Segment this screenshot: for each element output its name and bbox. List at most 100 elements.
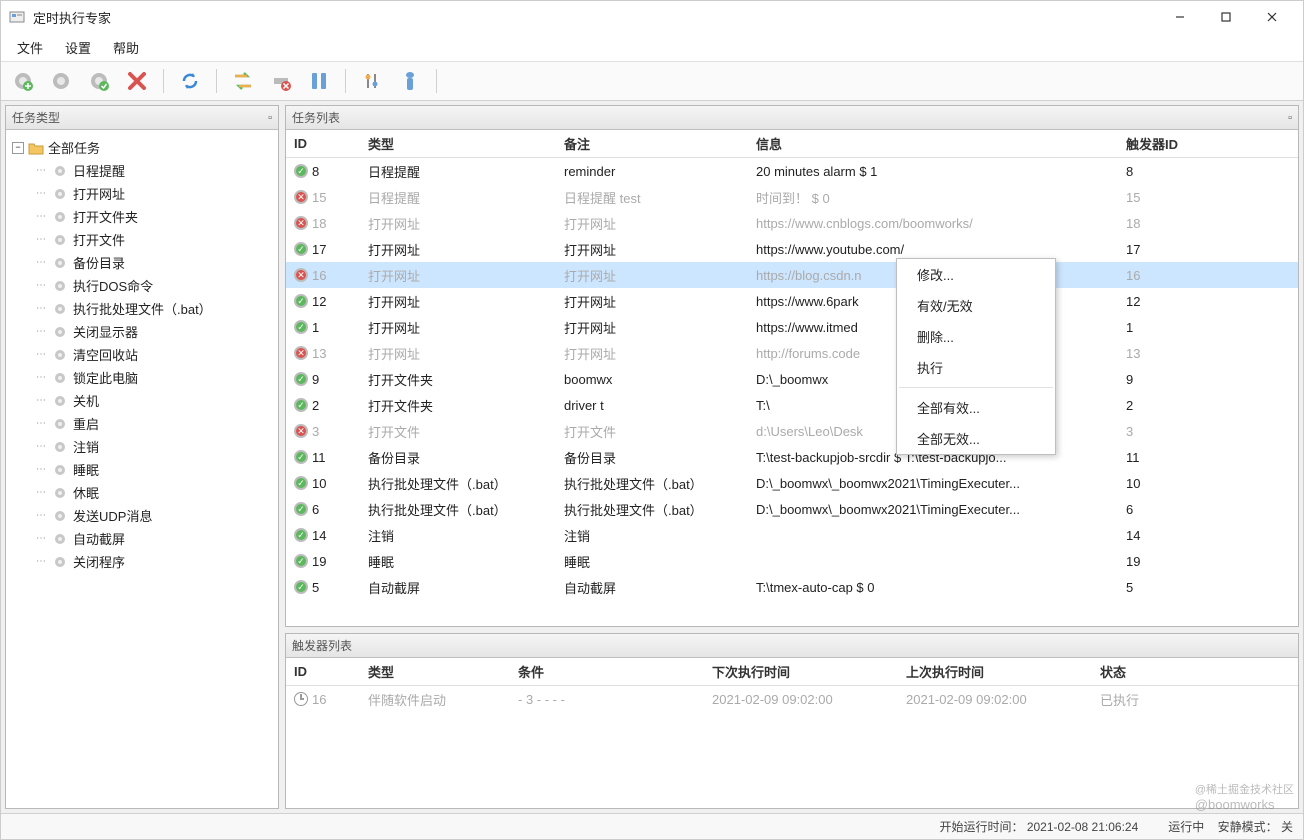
cell-type: 打开文件: [360, 418, 556, 445]
tcol-next[interactable]: 下次执行时间: [704, 658, 898, 685]
pin-icon[interactable]: ▫: [268, 112, 272, 124]
tree-item[interactable]: ⋯ 注销: [34, 435, 274, 458]
tcol-state[interactable]: 状态: [1092, 658, 1298, 685]
table-row[interactable]: ✓1 打开网址 打开网址 https://www.itmed 1: [286, 314, 1298, 340]
context-menu-all-enable[interactable]: 全部有效...: [897, 392, 1055, 423]
gear-icon: [53, 486, 67, 500]
collapse-icon[interactable]: −: [12, 142, 24, 154]
table-row[interactable]: 16 伴随软件启动 - 3 - - - - 2021-02-09 09:02:0…: [286, 686, 1298, 712]
menu-help[interactable]: 帮助: [103, 34, 149, 61]
toolbar-refresh-button[interactable]: [174, 65, 206, 97]
gear-icon: [53, 440, 67, 454]
trigger-list[interactable]: ID 类型 条件 下次执行时间 上次执行时间 状态 16 伴随软件启动 - 3 …: [286, 658, 1298, 808]
tree-item[interactable]: ⋯ 打开文件夹: [34, 205, 274, 228]
tree-item[interactable]: ⋯ 日程提醒: [34, 159, 274, 182]
toolbar-add-button[interactable]: [7, 65, 39, 97]
tree-item[interactable]: ⋯ 备份目录: [34, 251, 274, 274]
tree-root-label: 全部任务: [48, 138, 100, 157]
tree-item[interactable]: ⋯ 执行批处理文件（.bat）: [34, 297, 274, 320]
col-type[interactable]: 类型: [360, 130, 556, 157]
tcol-type[interactable]: 类型: [360, 658, 510, 685]
tree-item[interactable]: ⋯ 执行DOS命令: [34, 274, 274, 297]
context-menu-modify[interactable]: 修改...: [897, 259, 1055, 290]
cell-trigger-id: 11: [1118, 446, 1298, 469]
table-row[interactable]: ✓12 打开网址 打开网址 https://www.6park 12: [286, 288, 1298, 314]
col-id[interactable]: ID: [286, 132, 360, 155]
toolbar-run-button[interactable]: [227, 65, 259, 97]
folder-icon: [28, 141, 44, 155]
cell-type: 注销: [360, 522, 556, 549]
tree-branch-icon: ⋯: [36, 257, 47, 268]
toolbar-tools-button[interactable]: [356, 65, 388, 97]
tree-branch-icon: ⋯: [36, 188, 47, 199]
tcol-last[interactable]: 上次执行时间: [898, 658, 1092, 685]
menu-file[interactable]: 文件: [7, 34, 53, 61]
minimize-button[interactable]: [1157, 1, 1203, 33]
clock-icon: [294, 692, 308, 706]
context-menu-all-disable[interactable]: 全部无效...: [897, 423, 1055, 454]
context-menu-execute[interactable]: 执行: [897, 352, 1055, 383]
gear-icon: [53, 164, 67, 178]
table-row[interactable]: ✕13 打开网址 打开网址 http://forums.code 13: [286, 340, 1298, 366]
table-row[interactable]: ✓5 自动截屏 自动截屏 T:\tmex-auto-cap $ 0 5: [286, 574, 1298, 600]
cell-info: [748, 531, 1118, 539]
tree-item[interactable]: ⋯ 关闭显示器: [34, 320, 274, 343]
gear-icon: [53, 210, 67, 224]
cell-trigger-id: 18: [1118, 212, 1298, 235]
tree-item[interactable]: ⋯ 锁定此电脑: [34, 366, 274, 389]
tree-branch-icon: ⋯: [36, 441, 47, 452]
tree-item[interactable]: ⋯ 发送UDP消息: [34, 504, 274, 527]
tree-item[interactable]: ⋯ 关机: [34, 389, 274, 412]
toolbar-settings-button[interactable]: [45, 65, 77, 97]
table-row[interactable]: ✓17 打开网址 打开网址 https://www.youtube.com/ 1…: [286, 236, 1298, 262]
table-row[interactable]: ✓6 执行批处理文件（.bat） 执行批处理文件（.bat） D:\_boomw…: [286, 496, 1298, 522]
table-row[interactable]: ✕18 打开网址 打开网址 https://www.cnblogs.com/bo…: [286, 210, 1298, 236]
col-info[interactable]: 信息: [748, 130, 1118, 157]
toolbar-stop-button[interactable]: [265, 65, 297, 97]
table-row[interactable]: ✓11 备份目录 备份目录 T:\test-backupjob-srcdir $…: [286, 444, 1298, 470]
tree-item[interactable]: ⋯ 打开网址: [34, 182, 274, 205]
tree-branch-icon: ⋯: [36, 533, 47, 544]
cross-icon: ✕: [294, 268, 308, 282]
tree-root-all-tasks[interactable]: − 全部任务: [10, 136, 274, 159]
table-row[interactable]: ✕3 打开文件 打开文件 d:\Users\Leo\Desk 3: [286, 418, 1298, 444]
cell-trigger-id: 3: [1118, 420, 1298, 443]
table-row[interactable]: ✓14 注销 注销 14: [286, 522, 1298, 548]
app-icon: [9, 9, 25, 25]
menu-settings[interactable]: 设置: [55, 34, 101, 61]
cell-info: D:\_boomwx\_boomwx2021\TimingExecuter...: [748, 498, 1118, 521]
tree-item[interactable]: ⋯ 重启: [34, 412, 274, 435]
table-row[interactable]: ✓8 日程提醒 reminder 20 minutes alarm $ 1 8: [286, 158, 1298, 184]
tree-item[interactable]: ⋯ 休眠: [34, 481, 274, 504]
maximize-button[interactable]: [1203, 1, 1249, 33]
toolbar-pause-button[interactable]: [303, 65, 335, 97]
task-list[interactable]: ID 类型 备注 信息 触发器ID ✓8 日程提醒 reminder 20 mi…: [286, 130, 1298, 626]
task-types-tree[interactable]: − 全部任务 ⋯ 日程提醒⋯ 打开网址⋯ 打开文件夹⋯ 打开文件⋯ 备份目录⋯ …: [6, 130, 278, 808]
table-row[interactable]: ✓9 打开文件夹 boomwx D:\_boomwx 9: [286, 366, 1298, 392]
toolbar-enable-button[interactable]: [83, 65, 115, 97]
close-button[interactable]: [1249, 1, 1295, 33]
toolbar-delete-button[interactable]: [121, 65, 153, 97]
check-icon: ✓: [294, 450, 308, 464]
tree-item[interactable]: ⋯ 清空回收站: [34, 343, 274, 366]
table-row[interactable]: ✓10 执行批处理文件（.bat） 执行批处理文件（.bat） D:\_boom…: [286, 470, 1298, 496]
tree-item[interactable]: ⋯ 睡眠: [34, 458, 274, 481]
cell-type: 日程提醒: [360, 158, 556, 185]
tree-item[interactable]: ⋯ 自动截屏: [34, 527, 274, 550]
tree-item[interactable]: ⋯ 打开文件: [34, 228, 274, 251]
context-menu: 修改... 有效/无效 删除... 执行 全部有效... 全部无效...: [896, 258, 1056, 455]
pin-icon[interactable]: ▫: [1288, 112, 1292, 124]
col-tid[interactable]: 触发器ID: [1118, 130, 1298, 157]
table-row[interactable]: ✕16 打开网址 打开网址 https://blog.csdn.n 16: [286, 262, 1298, 288]
context-menu-toggle[interactable]: 有效/无效: [897, 290, 1055, 321]
tcol-cond[interactable]: 条件: [510, 658, 704, 685]
context-menu-delete[interactable]: 删除...: [897, 321, 1055, 352]
table-row[interactable]: ✓2 打开文件夹 driver t T:\ 2: [286, 392, 1298, 418]
col-note[interactable]: 备注: [556, 130, 748, 157]
toolbar-info-button[interactable]: [394, 65, 426, 97]
table-row[interactable]: ✓19 睡眠 睡眠 19: [286, 548, 1298, 574]
tree-item[interactable]: ⋯ 关闭程序: [34, 550, 274, 573]
table-row[interactable]: ✕15 日程提醒 日程提醒 test 时间到！ $ 0 15: [286, 184, 1298, 210]
gear-icon: [53, 302, 67, 316]
tcol-id[interactable]: ID: [286, 660, 360, 683]
